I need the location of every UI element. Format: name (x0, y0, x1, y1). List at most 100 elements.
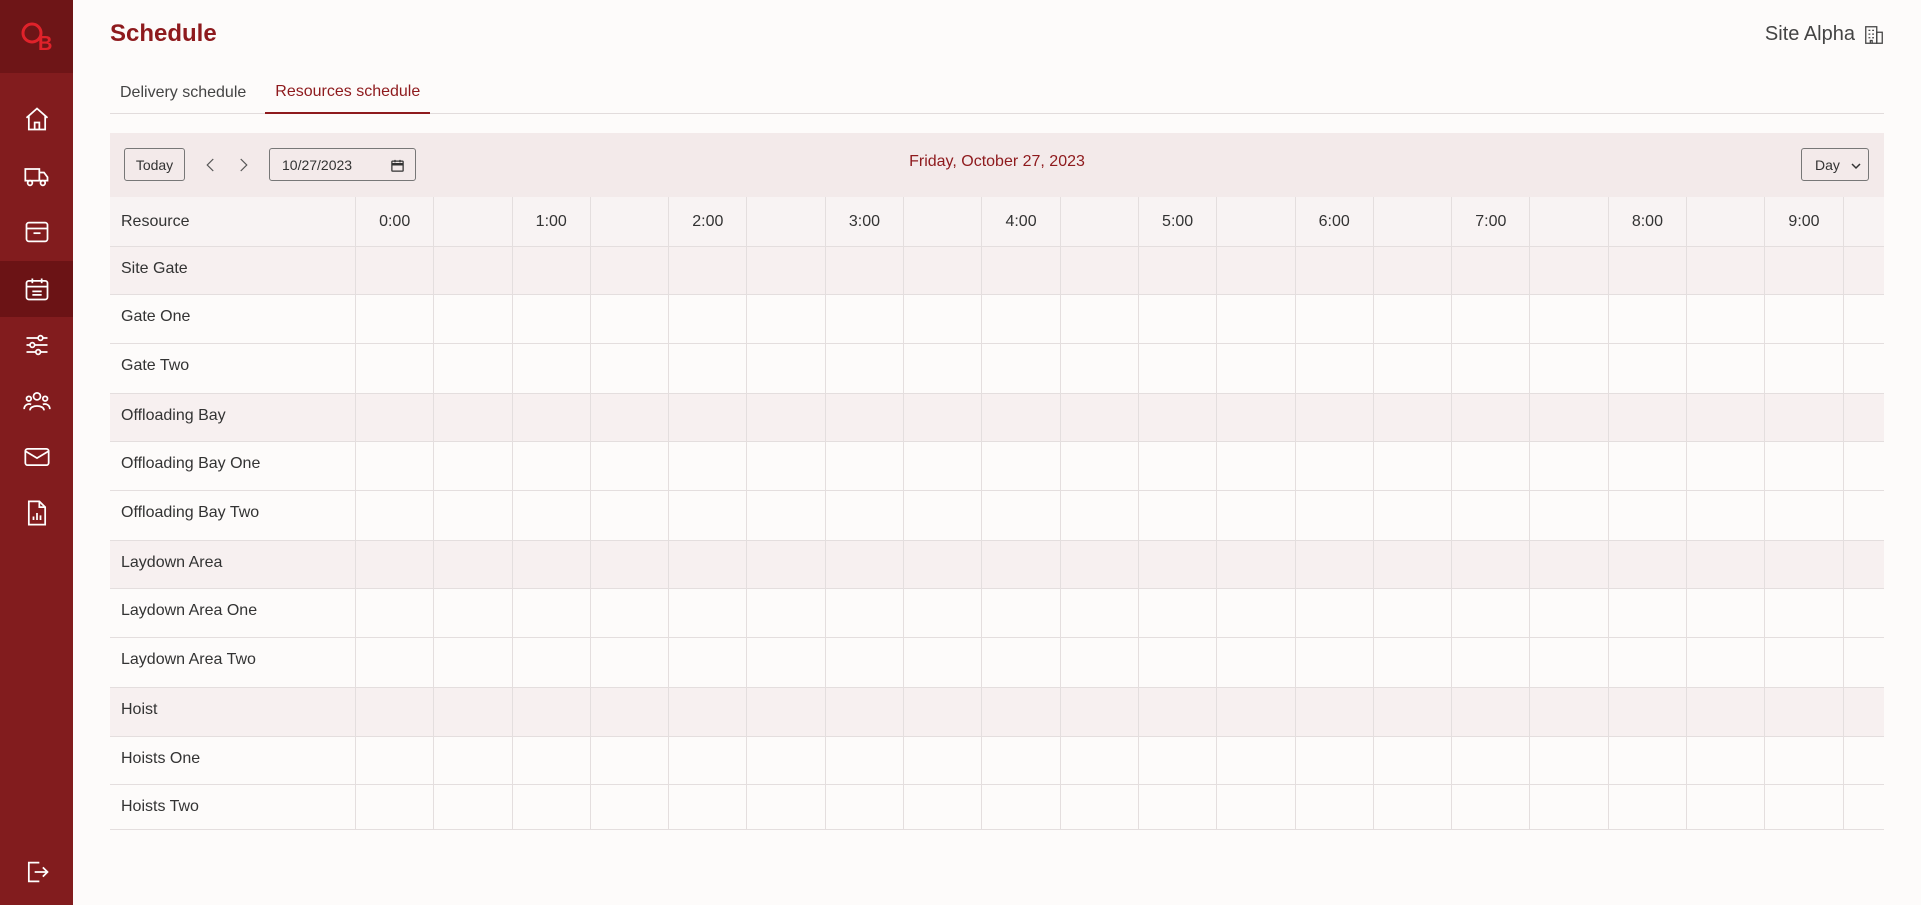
time-slot-cell[interactable] (1452, 688, 1531, 736)
time-slot-cell[interactable] (826, 638, 905, 687)
time-slot-cell[interactable] (747, 491, 826, 540)
time-slot-cell[interactable] (826, 295, 905, 343)
time-slot-cell[interactable] (1765, 394, 1844, 441)
sidebar-item-users[interactable] (0, 373, 73, 429)
time-slot-cell[interactable] (1452, 295, 1531, 343)
time-slot-cell[interactable] (1765, 442, 1844, 490)
time-slot-cell[interactable] (1217, 589, 1296, 637)
sidebar-item-reports[interactable] (0, 485, 73, 541)
time-slot-cell[interactable] (1765, 737, 1844, 784)
time-slot-cell[interactable] (1139, 295, 1218, 343)
time-slot-cell[interactable] (513, 785, 591, 829)
time-slot-cell[interactable] (434, 638, 513, 687)
time-slot-cell[interactable] (1844, 344, 1884, 393)
time-slot-cell[interactable] (669, 247, 748, 294)
time-slot-cell[interactable] (1765, 491, 1844, 540)
tab-delivery-schedule[interactable]: Delivery schedule (110, 71, 256, 114)
time-slot-cell[interactable] (1844, 589, 1884, 637)
time-slot-cell[interactable] (356, 638, 435, 687)
time-slot-cell[interactable] (1374, 541, 1453, 588)
time-slot-cell[interactable] (747, 247, 826, 294)
app-logo[interactable]: B (0, 0, 73, 73)
time-slot-cell[interactable] (1061, 541, 1139, 588)
time-slot-cell[interactable] (1374, 394, 1453, 441)
time-slot-cell[interactable] (1687, 688, 1766, 736)
time-slot-cell[interactable] (1609, 491, 1688, 540)
time-slot-cell[interactable] (356, 344, 435, 393)
time-slot-cell[interactable] (356, 785, 435, 829)
time-slot-cell[interactable] (982, 295, 1061, 343)
time-slot-cell[interactable] (1609, 394, 1688, 441)
time-slot-cell[interactable] (1530, 638, 1609, 687)
time-slot-cell[interactable] (591, 295, 670, 343)
time-slot-cell[interactable] (747, 442, 826, 490)
time-slot-cell[interactable] (1061, 589, 1139, 637)
time-slot-cell[interactable] (1609, 442, 1688, 490)
time-slot-cell[interactable] (826, 491, 905, 540)
time-slot-cell[interactable] (1374, 688, 1453, 736)
time-slot-cell[interactable] (1844, 785, 1884, 829)
time-slot-cell[interactable] (1530, 442, 1609, 490)
time-slot-cell[interactable] (513, 737, 591, 784)
time-slot-cell[interactable] (982, 442, 1061, 490)
time-slot-cell[interactable] (1217, 785, 1296, 829)
time-slot-cell[interactable] (904, 394, 983, 441)
time-slot-cell[interactable] (982, 638, 1061, 687)
time-slot-cell[interactable] (826, 442, 905, 490)
time-slot-cell[interactable] (982, 247, 1061, 294)
time-slot-cell[interactable] (591, 247, 670, 294)
time-slot-cell[interactable] (1374, 638, 1453, 687)
time-slot-cell[interactable] (1765, 541, 1844, 588)
time-slot-cell[interactable] (1452, 638, 1531, 687)
time-slot-cell[interactable] (982, 785, 1061, 829)
time-slot-cell[interactable] (1765, 638, 1844, 687)
time-slot-cell[interactable] (1139, 491, 1218, 540)
time-slot-cell[interactable] (356, 737, 435, 784)
time-slot-cell[interactable] (669, 541, 748, 588)
time-slot-cell[interactable] (1452, 589, 1531, 637)
time-slot-cell[interactable] (904, 737, 983, 784)
time-slot-cell[interactable] (434, 442, 513, 490)
time-slot-cell[interactable] (513, 589, 591, 637)
time-slot-cell[interactable] (1687, 638, 1766, 687)
time-slot-cell[interactable] (982, 688, 1061, 736)
time-slot-cell[interactable] (1217, 394, 1296, 441)
time-slot-cell[interactable] (1844, 688, 1884, 736)
time-slot-cell[interactable] (1139, 785, 1218, 829)
time-slot-cell[interactable] (356, 295, 435, 343)
time-slot-cell[interactable] (434, 688, 513, 736)
view-select[interactable]: Day (1801, 148, 1869, 181)
time-slot-cell[interactable] (1687, 785, 1766, 829)
time-slot-cell[interactable] (982, 589, 1061, 637)
time-slot-cell[interactable] (1296, 737, 1374, 784)
time-slot-cell[interactable] (826, 589, 905, 637)
time-slot-cell[interactable] (513, 638, 591, 687)
logout-button[interactable] (0, 844, 73, 900)
time-slot-cell[interactable] (826, 688, 905, 736)
time-slot-cell[interactable] (1061, 247, 1139, 294)
time-slot-cell[interactable] (982, 491, 1061, 540)
time-slot-cell[interactable] (434, 737, 513, 784)
time-slot-cell[interactable] (1061, 394, 1139, 441)
time-slot-cell[interactable] (1687, 589, 1766, 637)
time-slot-cell[interactable] (904, 688, 983, 736)
time-slot-cell[interactable] (669, 688, 748, 736)
time-slot-cell[interactable] (1844, 295, 1884, 343)
time-slot-cell[interactable] (904, 785, 983, 829)
time-slot-cell[interactable] (1765, 688, 1844, 736)
time-slot-cell[interactable] (1609, 541, 1688, 588)
time-slot-cell[interactable] (1374, 491, 1453, 540)
time-slot-cell[interactable] (1296, 491, 1374, 540)
time-slot-cell[interactable] (1452, 785, 1531, 829)
time-slot-cell[interactable] (1374, 737, 1453, 784)
time-slot-cell[interactable] (826, 394, 905, 441)
time-slot-cell[interactable] (1609, 785, 1688, 829)
time-slot-cell[interactable] (1061, 442, 1139, 490)
time-slot-cell[interactable] (1452, 442, 1531, 490)
time-slot-cell[interactable] (1609, 737, 1688, 784)
time-slot-cell[interactable] (1687, 344, 1766, 393)
time-slot-cell[interactable] (826, 737, 905, 784)
time-slot-cell[interactable] (1530, 737, 1609, 784)
time-slot-cell[interactable] (1139, 344, 1218, 393)
time-slot-cell[interactable] (1217, 344, 1296, 393)
